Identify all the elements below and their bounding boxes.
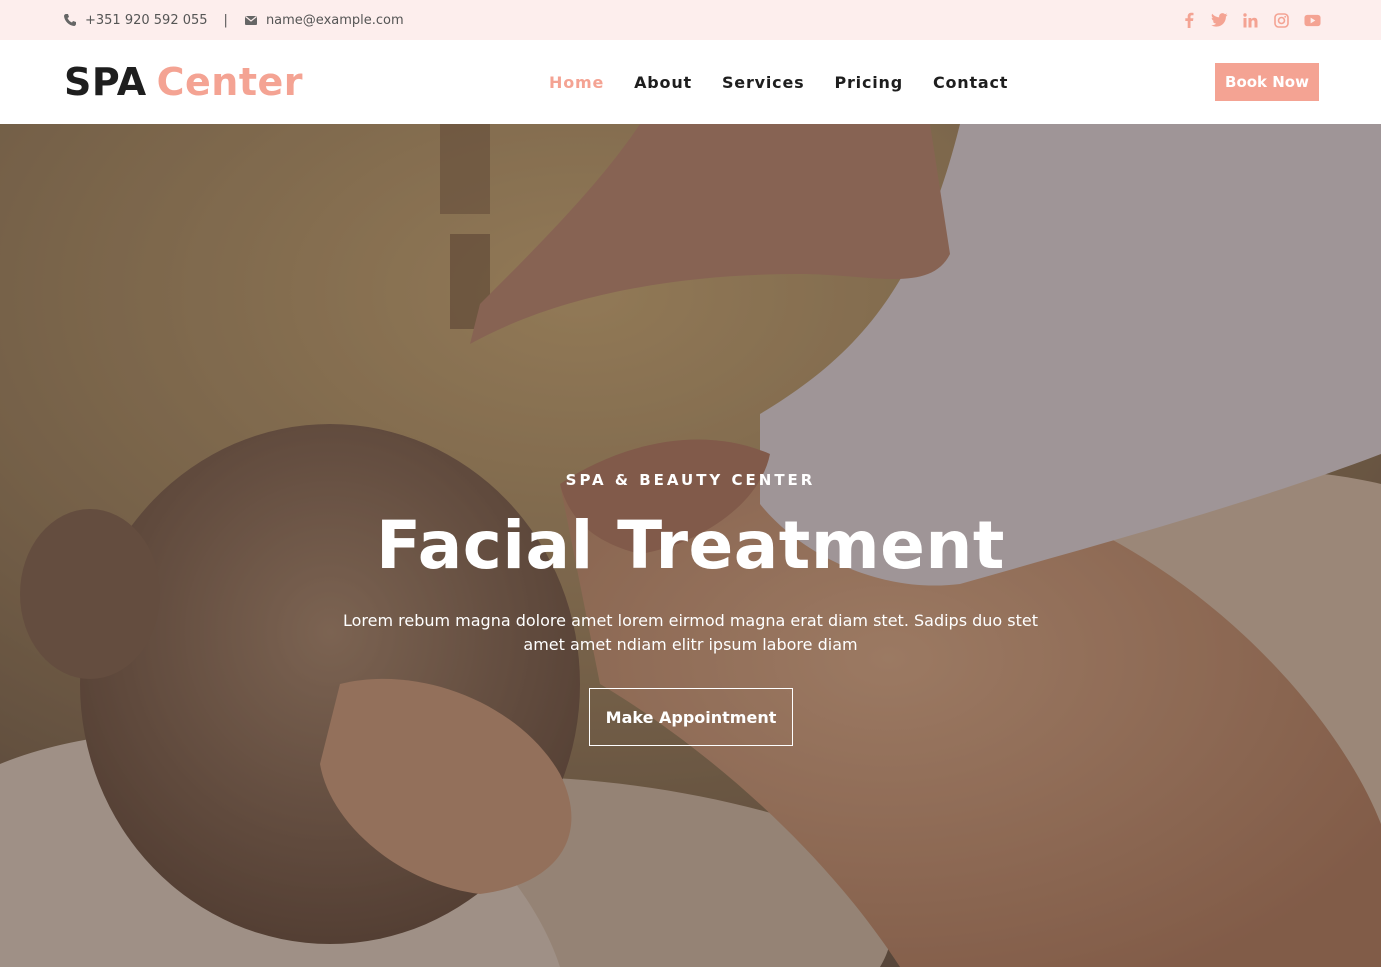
linkedin-icon[interactable] [1242,12,1259,29]
nav-link-home[interactable]: Home [549,73,604,92]
nav-link-about[interactable]: About [634,73,692,92]
contact-separator: | [223,12,228,28]
twitter-icon[interactable] [1211,12,1228,29]
brand-part-center: Center [156,60,304,104]
main-menu: Home About Services Pricing Contact [549,40,1038,124]
nav-link-contact[interactable]: Contact [933,73,1008,92]
hero-title: Facial Treatment [376,507,1005,584]
phone-number: +351 920 592 055 [85,12,208,28]
make-appointment-button[interactable]: Make Appointment [589,688,793,746]
phone-icon [63,13,77,27]
nav-link-pricing[interactable]: Pricing [834,73,903,92]
hero-section: SPA & BEAUTY CENTER Facial Treatment Lor… [0,124,1381,967]
email-address: name@example.com [265,12,404,28]
nav-link-services[interactable]: Services [722,73,804,92]
facebook-icon[interactable] [1180,12,1197,29]
brand-logo[interactable]: SPA Center [64,40,303,124]
social-links [1180,0,1321,40]
brand-part-spa: SPA [64,60,147,104]
contact-info: +351 920 592 055 | name@example.com [63,0,404,40]
instagram-icon[interactable] [1273,12,1290,29]
envelope-icon [244,13,258,27]
youtube-icon[interactable] [1304,12,1321,29]
top-info-bar: +351 920 592 055 | name@example.com [0,0,1381,40]
book-now-button[interactable]: Book Now [1215,63,1319,101]
hero-eyebrow: SPA & BEAUTY CENTER [565,471,816,489]
main-navbar: SPA Center Home About Services Pricing C… [0,40,1381,124]
hero-description: Lorem rebum magna dolore amet lorem eirm… [342,611,1039,654]
hero-content: SPA & BEAUTY CENTER Facial Treatment Lor… [0,124,1381,967]
